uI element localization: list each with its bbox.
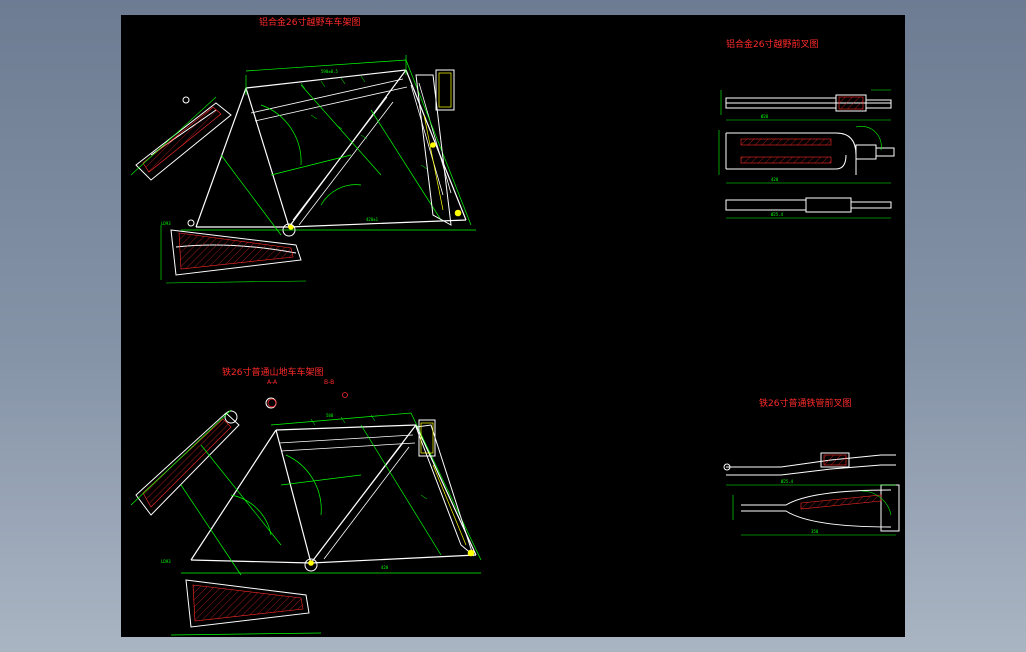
svg-text:LD93: LD93	[161, 559, 171, 564]
cad-model-space[interactable]: 590±0.5 420±1 LD93 Ø28 420 Ø25.4 580 420…	[121, 15, 905, 637]
svg-text:420: 420	[771, 177, 779, 182]
svg-text:420: 420	[381, 565, 389, 570]
svg-text:580: 580	[326, 413, 334, 418]
svg-text:Ø28: Ø28	[761, 114, 769, 119]
section-mark-a: A-A	[267, 379, 278, 386]
alloy-frame-drawing: 590±0.5 420±1 LD93	[130, 55, 476, 284]
section-mark-b: B-B	[324, 379, 335, 386]
iron-fork-drawing: Ø25.4 350	[723, 452, 900, 536]
alloy-fork-title: 铝合金26寸越野前叉图	[726, 40, 819, 50]
iron-frame-drawing: 580 420 LD93	[130, 392, 482, 636]
iron-fork-title: 铁26寸普通铁管前叉图	[759, 399, 852, 409]
alloy-frame-title: 铝合金26寸越野车车架图	[259, 18, 361, 28]
svg-text:420±1: 420±1	[366, 217, 379, 222]
svg-text:590±0.5: 590±0.5	[321, 69, 338, 74]
iron-frame-title: 铁26寸普通山地车车架图	[222, 368, 324, 378]
svg-text:Ø25.4: Ø25.4	[771, 212, 784, 217]
alloy-fork-drawing: Ø28 420 Ø25.4	[718, 89, 895, 219]
svg-text:Ø25.4: Ø25.4	[781, 479, 794, 484]
cad-drawing-canvas[interactable]: 590±0.5 420±1 LD93 Ø28 420 Ø25.4 580 420…	[121, 15, 905, 637]
svg-text:350: 350	[811, 529, 819, 534]
svg-text:LD93: LD93	[161, 221, 171, 226]
